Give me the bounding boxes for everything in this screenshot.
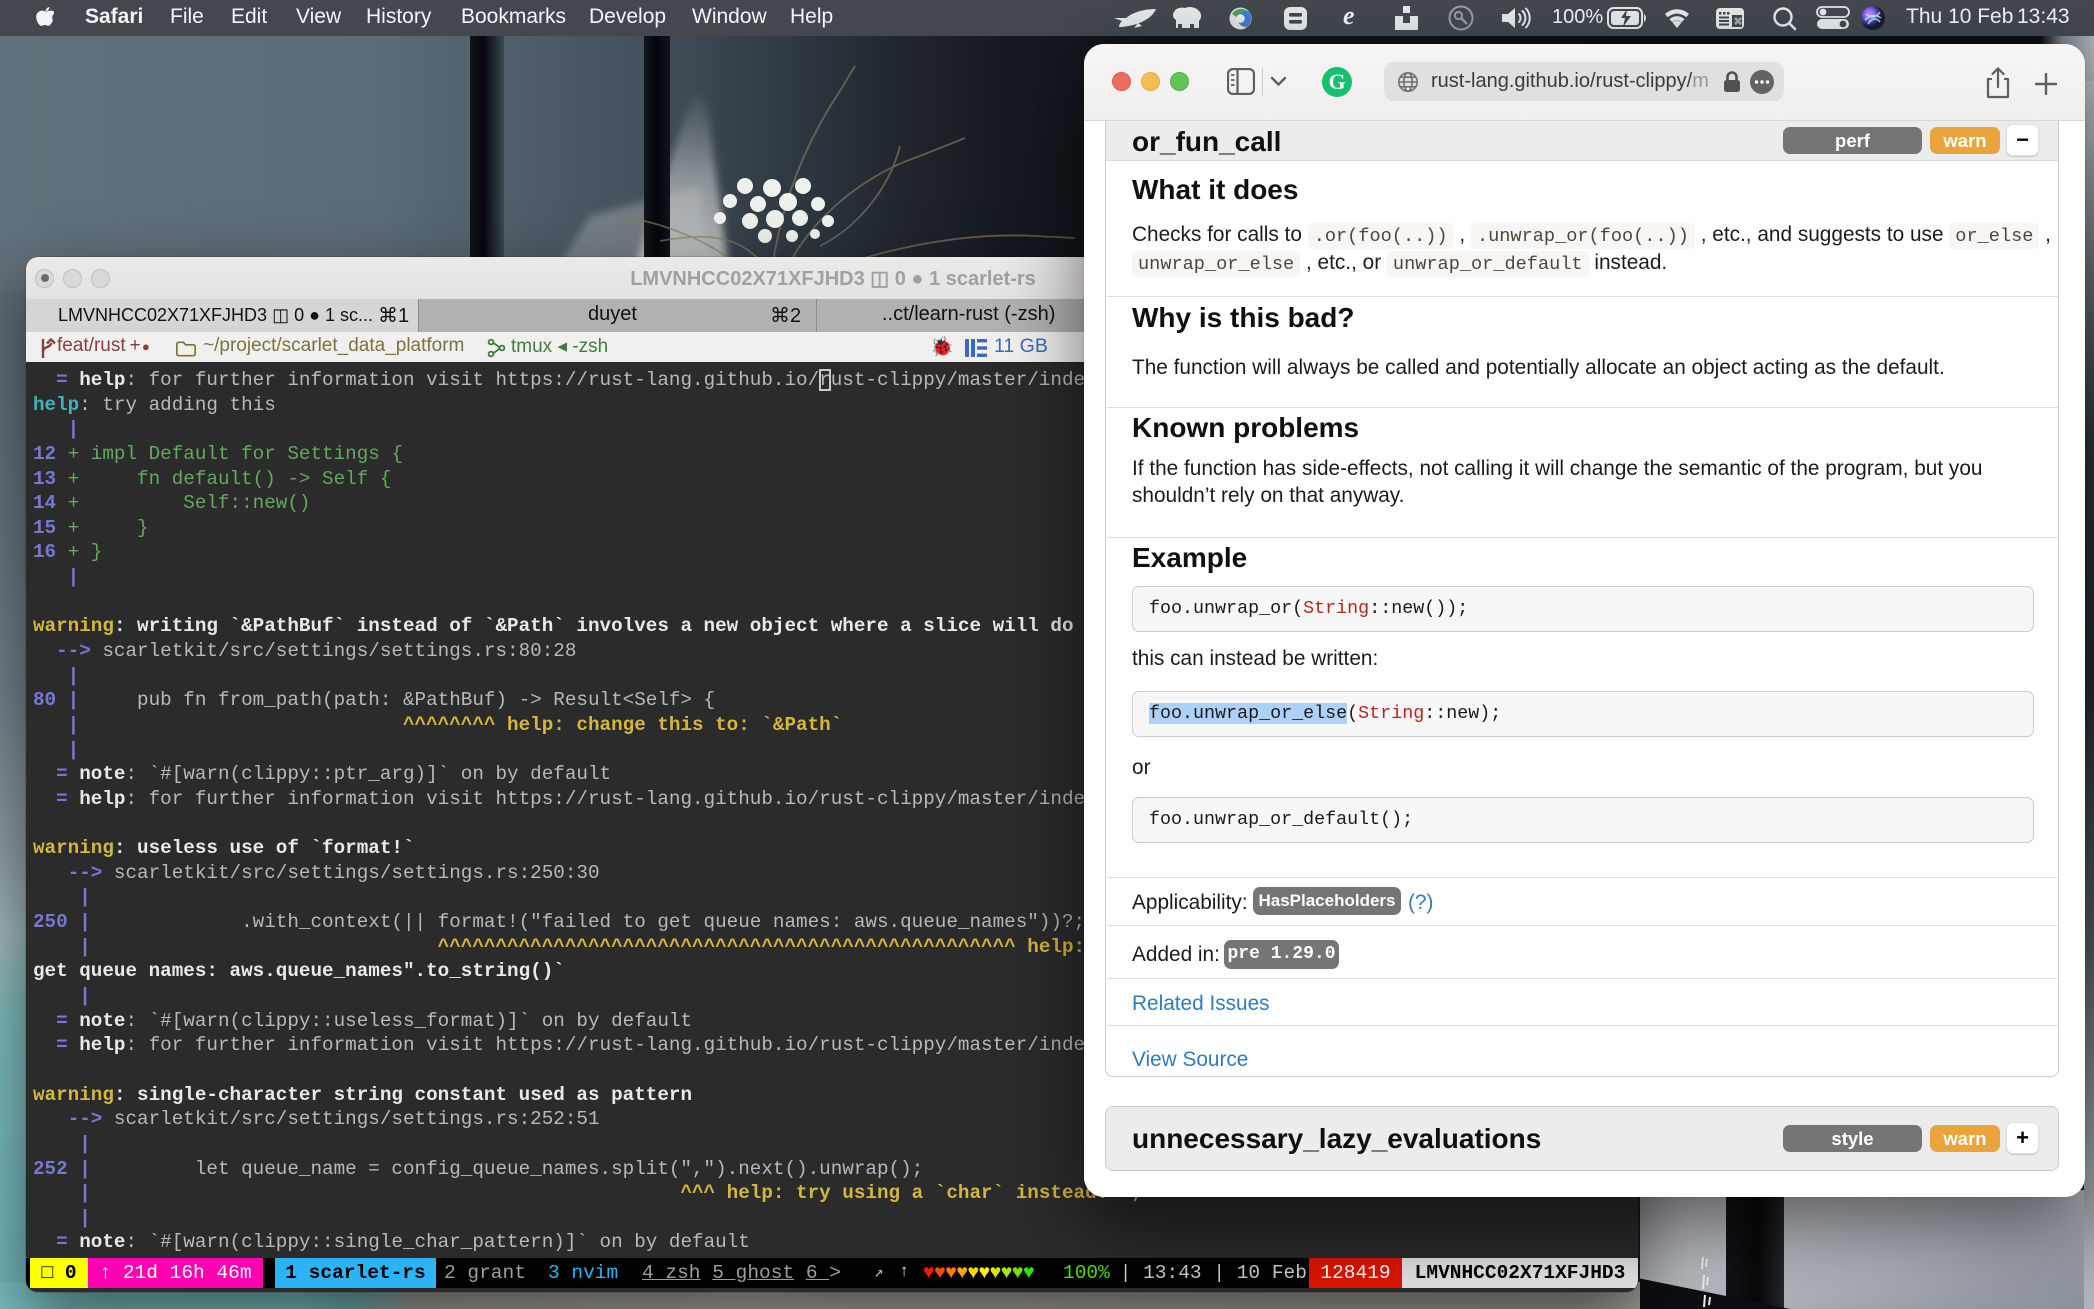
svg-text:⌘: ⌘ bbox=[1734, 17, 1743, 27]
